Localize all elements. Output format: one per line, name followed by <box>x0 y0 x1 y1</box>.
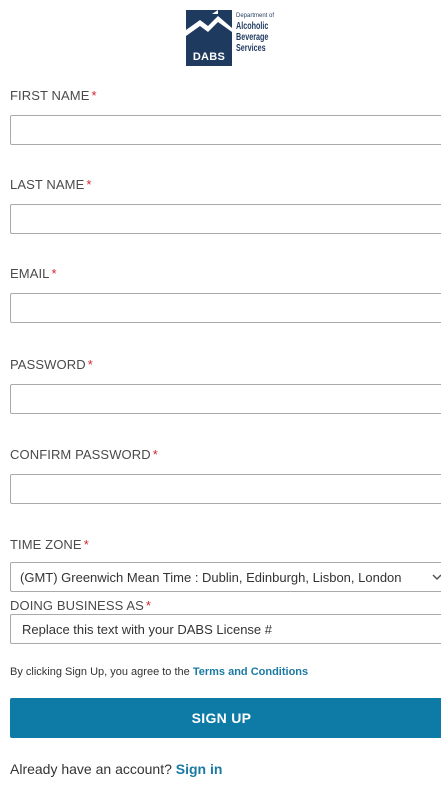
terms-prefix: By clicking Sign Up, you agree to the <box>10 666 190 678</box>
confirm-password-label-text: CONFIRM PASSWORD <box>10 447 151 462</box>
doing-business-as-label-text: DOING BUSINESS AS <box>10 598 144 613</box>
mountain-icon <box>186 10 232 36</box>
signin-prefix: Already have an account? <box>10 761 172 777</box>
sign-in-link[interactable]: Sign in <box>176 761 223 777</box>
time-zone-select[interactable]: (GMT) Greenwich Mean Time : Dublin, Edin… <box>10 562 441 592</box>
password-label: PASSWORD * <box>10 357 93 372</box>
logo-short-name: DABS <box>192 51 226 63</box>
logo-line-2: Beverage <box>236 32 269 43</box>
logo-line-1: Alcoholic <box>236 21 269 32</box>
dabs-logo: DABS Department of Alcoholic Beverage Se… <box>186 10 280 66</box>
last-name-input[interactable] <box>10 204 441 234</box>
email-label-text: EMAIL <box>10 266 50 281</box>
terms-agreement: By clicking Sign Up, you agree to the Te… <box>10 666 308 678</box>
doing-business-as-value: Replace this text with your DABS License… <box>22 622 273 637</box>
required-marker: * <box>152 447 158 462</box>
time-zone-selected-value: (GMT) Greenwich Mean Time : Dublin, Edin… <box>20 570 402 585</box>
logo-line-3: Services <box>236 43 266 54</box>
confirm-password-label: CONFIRM PASSWORD * <box>10 447 158 462</box>
last-name-label-text: LAST NAME <box>10 177 85 192</box>
first-name-input[interactable] <box>10 115 441 145</box>
chevron-down-icon <box>432 574 441 581</box>
password-label-text: PASSWORD <box>10 357 86 372</box>
terms-link[interactable]: Terms and Conditions <box>193 666 308 678</box>
required-marker: * <box>87 357 93 372</box>
email-label: EMAIL * <box>10 266 57 281</box>
first-name-label: FIRST NAME * <box>10 88 97 103</box>
logo-wordmark: Department of Alcoholic Beverage Service… <box>236 12 281 54</box>
first-name-label-text: FIRST NAME <box>10 88 90 103</box>
sign-up-button[interactable]: SIGN UP <box>10 698 441 738</box>
password-input[interactable] <box>10 384 441 414</box>
required-marker: * <box>86 177 92 192</box>
doing-business-as-label: DOING BUSINESS AS * <box>10 598 151 613</box>
required-marker: * <box>91 88 97 103</box>
logo-line-0: Department of <box>236 13 275 19</box>
doing-business-as-input[interactable]: Replace this text with your DABS License… <box>10 614 441 644</box>
required-marker: * <box>51 266 57 281</box>
last-name-label: LAST NAME * <box>10 177 92 192</box>
email-input[interactable] <box>10 293 441 323</box>
time-zone-label: TIME ZONE * <box>10 537 89 552</box>
required-marker: * <box>83 537 89 552</box>
confirm-password-input[interactable] <box>10 474 441 504</box>
required-marker: * <box>145 598 152 613</box>
logo-mark: DABS <box>186 10 232 66</box>
time-zone-label-text: TIME ZONE <box>10 537 82 552</box>
signin-prompt: Already have an account? Sign in <box>10 761 222 777</box>
